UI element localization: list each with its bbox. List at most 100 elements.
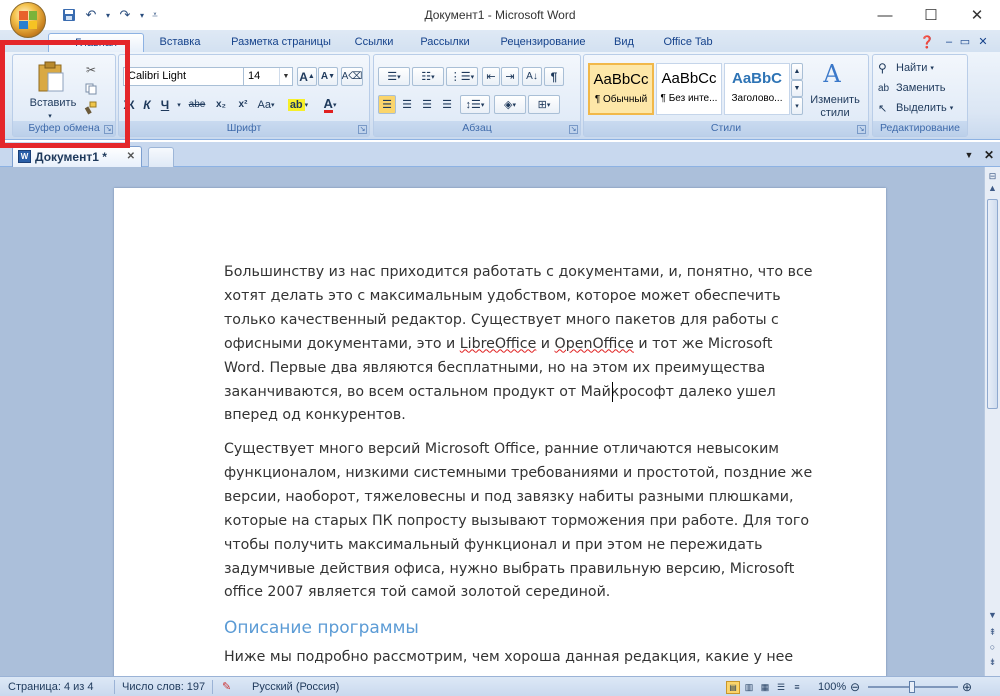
- cursor-icon: ↖: [878, 102, 888, 115]
- numbering-button[interactable]: ☷ ▾: [412, 67, 444, 86]
- justify-button[interactable]: ☰: [438, 95, 456, 114]
- proofing-icon[interactable]: ✎: [222, 677, 231, 696]
- grow-font-button[interactable]: A ▲: [297, 67, 317, 86]
- borders-button[interactable]: ⊞ ▾: [528, 95, 560, 114]
- tab-page-layout[interactable]: Разметка страницы: [220, 33, 342, 52]
- style-heading1-name: Заголово...: [731, 93, 783, 104]
- line-spacing-button[interactable]: ↕☰ ▾: [460, 95, 490, 114]
- underline-dropdown-icon[interactable]: ▾: [175, 95, 183, 114]
- tab-mailings[interactable]: Рассылки: [412, 33, 478, 52]
- close-all-tabs-icon[interactable]: ✕: [982, 147, 996, 163]
- text-line: только качественный редактор. Существует…: [224, 311, 779, 328]
- tab-list-dropdown-icon[interactable]: ▼: [962, 147, 976, 163]
- underline-button[interactable]: Ч: [157, 95, 173, 114]
- text-cursor: [612, 382, 613, 402]
- multilevel-list-button[interactable]: ⋮☰ ▾: [446, 67, 478, 86]
- align-left-button[interactable]: ☰: [378, 95, 396, 114]
- minimize-button[interactable]: —: [862, 0, 908, 30]
- scroll-down-icon[interactable]: ▼: [985, 608, 1000, 623]
- maximize-button[interactable]: ☐: [908, 0, 954, 30]
- scrollbar-thumb[interactable]: [987, 199, 998, 409]
- close-button[interactable]: ✕: [954, 0, 1000, 30]
- help-icon[interactable]: ❓: [918, 33, 936, 52]
- scroll-up-icon[interactable]: ▲: [985, 181, 1000, 196]
- italic-button[interactable]: К: [139, 95, 155, 114]
- tab-insert[interactable]: Вставка: [148, 33, 212, 52]
- outline-icon[interactable]: ☰: [774, 681, 788, 694]
- word-count[interactable]: Число слов: 197: [122, 677, 205, 696]
- next-page-icon[interactable]: ⇟: [985, 655, 1000, 670]
- paragraph-2[interactable]: Существует много версий Microsoft Office…: [224, 438, 834, 605]
- paragraph-launcher-icon[interactable]: ↘: [569, 125, 578, 134]
- styles-more-icon[interactable]: ▾: [791, 97, 803, 115]
- font-color-button[interactable]: A ▾: [315, 95, 345, 114]
- styles-group-label: Стили: [584, 121, 868, 136]
- page-count[interactable]: Страница: 4 из 4: [8, 677, 94, 696]
- shrink-font-button[interactable]: A ▼: [318, 67, 338, 86]
- document-tab-bar: W Документ1 * ✕ ▼ ✕: [0, 142, 1000, 167]
- clear-formatting-icon[interactable]: A⌫: [341, 67, 363, 86]
- paragraph-3[interactable]: Ниже мы подробно рассмотрим, чем хороша …: [224, 646, 834, 670]
- document-tab[interactable]: W Документ1 * ✕: [12, 146, 142, 167]
- replace-icon: ab: [878, 82, 890, 94]
- replace-button[interactable]: ab Заменить: [877, 79, 965, 97]
- zoom-slider-handle[interactable]: [909, 681, 915, 693]
- align-center-button[interactable]: ☰: [398, 95, 416, 114]
- zoom-in-icon[interactable]: ⊕: [962, 677, 972, 696]
- subscript-button[interactable]: x₂: [211, 95, 231, 114]
- font-size-dropdown[interactable]: 14 ▼: [243, 67, 293, 86]
- styles-launcher-icon[interactable]: ↘: [857, 125, 866, 134]
- section-heading[interactable]: Описание программы: [224, 618, 419, 638]
- bullets-button[interactable]: ☰ ▾: [378, 67, 410, 86]
- paragraph-1[interactable]: Большинству из нас приходится работать с…: [224, 261, 834, 428]
- ribbon-close-icon[interactable]: ✕: [976, 33, 990, 52]
- increase-indent-button[interactable]: ⇥: [501, 67, 519, 86]
- language-indicator[interactable]: Русский (Россия): [252, 677, 339, 696]
- strikethrough-button[interactable]: abe: [185, 95, 209, 114]
- ribbon-minimize-icon[interactable]: –: [942, 33, 956, 52]
- tab-view[interactable]: Вид: [606, 33, 642, 52]
- style-heading1[interactable]: AaBbC Заголово...: [724, 63, 790, 115]
- change-styles-label-2[interactable]: стили: [806, 106, 864, 119]
- ribbon-restore-icon[interactable]: ▭: [958, 33, 972, 52]
- change-case-button[interactable]: Aa ▾: [255, 95, 277, 114]
- show-marks-button[interactable]: ¶: [544, 67, 564, 86]
- chevron-down-icon: ▼: [279, 68, 292, 85]
- vertical-scrollbar[interactable]: ⊟ ▲ ▼ ⇞ ○ ⇟: [984, 167, 1000, 676]
- change-styles-label-1[interactable]: Изменить: [806, 93, 864, 106]
- styles-scroll-down-icon[interactable]: ▼: [791, 80, 803, 97]
- text-line: функционалом, низкими системными требова…: [224, 464, 813, 481]
- sort-button[interactable]: A↓: [522, 67, 542, 86]
- superscript-button[interactable]: x²: [233, 95, 253, 114]
- print-layout-icon[interactable]: ▤: [726, 680, 740, 694]
- tab-review[interactable]: Рецензирование: [490, 33, 596, 52]
- change-styles-icon[interactable]: A: [814, 59, 850, 89]
- font-group-label: Шрифт: [119, 121, 369, 136]
- office-button[interactable]: [10, 2, 46, 38]
- style-normal[interactable]: AaBbCc ¶ Обычный: [588, 63, 654, 115]
- align-right-button[interactable]: ☰: [418, 95, 436, 114]
- highlighter-icon: ab: [287, 98, 305, 111]
- tab-references[interactable]: Ссылки: [348, 33, 400, 52]
- select-button[interactable]: ↖ Выделить ▾: [877, 99, 965, 117]
- font-launcher-icon[interactable]: ↘: [358, 125, 367, 134]
- decrease-indent-button[interactable]: ⇤: [482, 67, 500, 86]
- new-tab-button[interactable]: [148, 147, 174, 167]
- zoom-level[interactable]: 100%: [818, 677, 846, 696]
- draft-icon[interactable]: ≡: [790, 681, 804, 694]
- text-line: версии, наоборот, тяжеловесны и под завя…: [224, 488, 794, 505]
- find-button[interactable]: ⚲ Найти ▾: [877, 59, 965, 77]
- zoom-out-icon[interactable]: ⊖: [850, 677, 860, 696]
- document-page[interactable]: Большинству из нас приходится работать с…: [114, 188, 886, 676]
- highlight-color-button[interactable]: ab ▾: [283, 95, 313, 114]
- shading-button[interactable]: ◈ ▾: [494, 95, 526, 114]
- document-tab-close-icon[interactable]: ✕: [127, 147, 135, 167]
- styles-scroll-up-icon[interactable]: ▲: [791, 63, 803, 80]
- browse-object-icon[interactable]: ○: [985, 640, 1000, 655]
- web-layout-icon[interactable]: ▦: [758, 681, 772, 694]
- full-screen-reading-icon[interactable]: ▥: [742, 681, 756, 694]
- style-no-spacing[interactable]: AaBbCc ¶ Без инте...: [656, 63, 722, 115]
- tab-office-tab[interactable]: Office Tab: [652, 33, 724, 52]
- status-bar: Страница: 4 из 4 Число слов: 197 ✎ Русск…: [0, 676, 1000, 696]
- previous-page-icon[interactable]: ⇞: [985, 625, 1000, 640]
